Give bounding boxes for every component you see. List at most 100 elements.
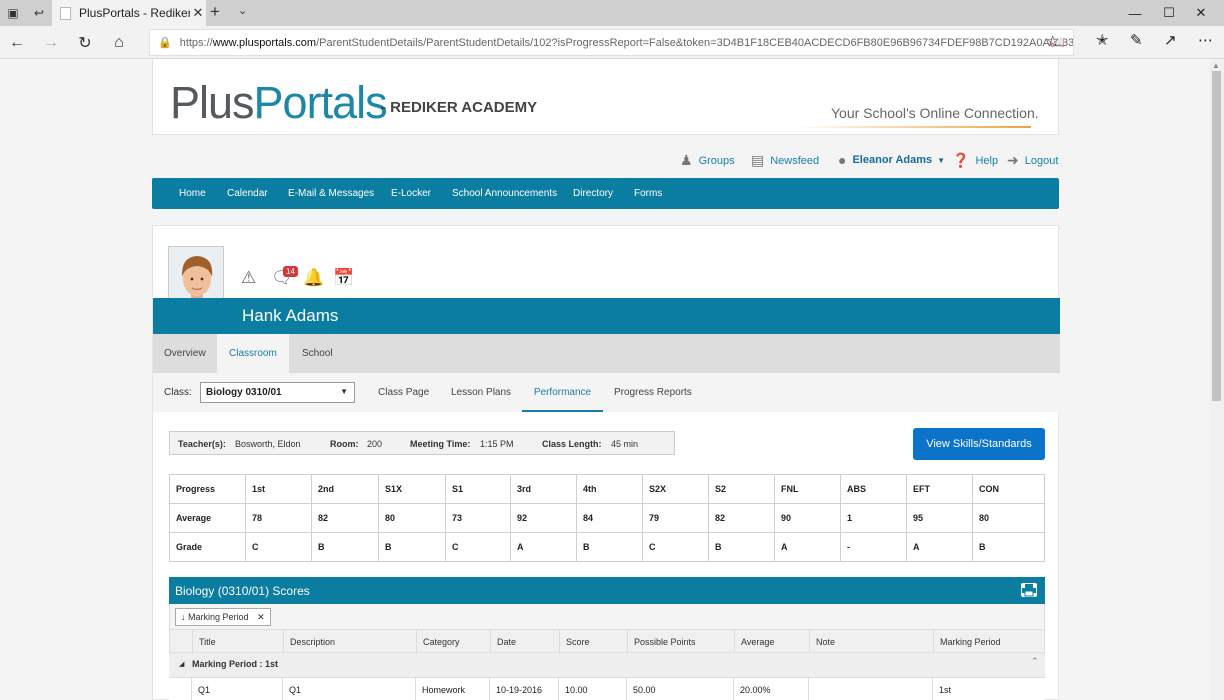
cell-marking-period: 1st	[932, 678, 951, 700]
subtab-lesson-plans[interactable]: Lesson Plans	[451, 373, 511, 412]
table-row[interactable]: Q1 Q1 Homework 10-19-2016 10.00 50.00 20…	[169, 677, 1045, 700]
user-icon: ●	[838, 152, 847, 168]
address-bar: ← → ↻ ⌂ 🔒 https://www.plusportals.com/Pa…	[0, 26, 1224, 59]
browser-tab[interactable]: PlusPortals - Rediker So ✕	[52, 0, 206, 26]
grade-cell: -	[840, 532, 907, 562]
nav-email-messages[interactable]: E-Mail & Messages	[288, 178, 374, 209]
tab-school[interactable]: School	[302, 334, 352, 373]
cell-score: 10.00	[558, 678, 588, 700]
subtab-performance[interactable]: Performance	[522, 373, 603, 412]
warning-icon[interactable]: ⚠	[241, 268, 256, 288]
col-description[interactable]: Description	[283, 630, 335, 654]
col-average[interactable]: Average	[734, 630, 774, 654]
col-date[interactable]: Date	[490, 630, 516, 654]
progress-header-cell: 3rd	[510, 474, 577, 504]
chevron-down-icon[interactable]: ⌄	[238, 4, 247, 17]
collapse-triangle-icon[interactable]: ◢	[179, 660, 184, 668]
home-icon[interactable]: ⌂	[102, 26, 136, 59]
col-score[interactable]: Score	[559, 630, 590, 654]
set-aside-tabs-icon[interactable]: ↩	[26, 0, 52, 26]
favorites-hub-icon[interactable]: ✭	[1096, 31, 1109, 49]
col-title[interactable]: Title	[192, 630, 216, 654]
scroll-thumb[interactable]	[1212, 71, 1221, 401]
academy-name: - REDIKER ACADEMY	[381, 99, 538, 116]
pen-icon[interactable]: ✎	[1130, 31, 1143, 49]
favorite-star-icon[interactable]: ☆	[1046, 32, 1059, 50]
class-select[interactable]: Biology 0310/01 ▼	[200, 382, 355, 403]
bell-icon[interactable]: 🔔	[303, 268, 324, 288]
subtab-progress-reports[interactable]: Progress Reports	[614, 373, 692, 412]
scroll-up-arrow-icon[interactable]: ▲	[1212, 61, 1220, 70]
group-chip-label: Marking Period	[188, 612, 249, 622]
new-tab-icon[interactable]: +	[210, 2, 220, 22]
group-chip-marking-period[interactable]: ↓ Marking Period ✕	[175, 608, 271, 626]
cell-description: Q1	[282, 678, 301, 700]
remove-group-icon[interactable]: ✕	[257, 612, 265, 622]
newsfeed-link[interactable]: ▤ Newsfeed	[751, 152, 819, 169]
average-cell: 79	[642, 503, 709, 533]
student-tabs: Overview Classroom School	[153, 334, 1060, 373]
url-prefix: https://	[179, 36, 213, 49]
grouping-bar: ↓ Marking Period ✕	[169, 604, 1045, 629]
cell-date: 10-19-2016	[489, 678, 542, 700]
caret-down-icon: ▼	[937, 155, 946, 165]
class-length-label: Class Length:	[542, 439, 602, 449]
newsfeed-icon: ▤	[751, 152, 765, 168]
pluspotals-logo[interactable]: PlusPortals	[170, 77, 388, 129]
progress-header-cell: S2X	[642, 474, 709, 504]
nav-calendar[interactable]: Calendar	[227, 178, 268, 209]
cell-title: Q1	[191, 678, 210, 700]
close-tab-icon[interactable]: ✕	[190, 5, 206, 21]
col-note[interactable]: Note	[809, 630, 835, 654]
nav-home[interactable]: Home	[179, 178, 206, 209]
student-card: ⚠ 🗨 🔔 📅 14 Hank Adams Overview Classroom…	[152, 225, 1060, 700]
help-link[interactable]: ❓ Help	[952, 152, 998, 169]
more-icon[interactable]: ⋯	[1198, 31, 1213, 49]
close-window-icon[interactable]: ✕	[1178, 0, 1224, 26]
help-icon: ❓	[952, 152, 970, 168]
nav-directory[interactable]: Directory	[573, 178, 613, 209]
tab-classroom[interactable]: Classroom	[217, 334, 289, 373]
scores-grid-header: Title Description Category Date Score Po…	[169, 629, 1045, 654]
groups-link[interactable]: ♟ Groups	[680, 152, 735, 169]
average-cell: 80	[378, 503, 446, 533]
progress-header-cell: 4th	[576, 474, 643, 504]
scroll-up-icon[interactable]: ⌃	[1031, 656, 1039, 667]
room-value: 200	[367, 439, 383, 449]
grade-cell: B	[311, 532, 379, 562]
refresh-icon[interactable]: ↻	[68, 26, 102, 59]
help-label: Help	[975, 154, 999, 167]
view-skills-standards-button[interactable]: View Skills/Standards	[913, 428, 1045, 460]
logout-label: Logout	[1024, 154, 1059, 167]
groups-icon: ♟	[680, 152, 693, 168]
logout-link[interactable]: ➜ Logout	[1007, 152, 1058, 169]
progress-header-cell: S1	[445, 474, 511, 504]
nav-forms[interactable]: Forms	[634, 178, 662, 209]
nav-school-announcements[interactable]: School Announcements	[452, 178, 557, 209]
col-marking-period[interactable]: Marking Period	[933, 630, 1001, 654]
calendar-icon[interactable]: 📅	[333, 268, 354, 288]
user-name: Eleanor Adams	[852, 154, 933, 166]
tab-overview[interactable]: Overview	[153, 334, 217, 373]
group-row-marking-period[interactable]: ◢ Marking Period : 1st ⌃	[169, 653, 1045, 677]
teacher-label: Teacher(s):	[178, 439, 226, 449]
nav-elocker[interactable]: E-Locker	[391, 178, 431, 209]
cell-possible-points: 50.00	[626, 678, 656, 700]
back-icon[interactable]: ←	[0, 26, 34, 59]
average-cell: 82	[708, 503, 775, 533]
subtab-class-page[interactable]: Class Page	[378, 373, 429, 412]
forward-icon[interactable]: →	[34, 26, 68, 59]
printer-glyph	[1022, 584, 1036, 597]
grade-cell: B	[378, 532, 446, 562]
page-scrollbar[interactable]: ▲	[1209, 59, 1224, 700]
tab-preview-icon[interactable]: ▣	[0, 0, 26, 26]
user-menu[interactable]: ● Eleanor Adams ▼	[838, 152, 945, 168]
share-icon[interactable]: ↗	[1164, 31, 1177, 49]
url-field[interactable]: 🔒 https://www.plusportals.com/ParentStud…	[149, 29, 1074, 56]
class-info-strip: Teacher(s): Bosworth, Eldon Room: 200 Me…	[169, 431, 675, 455]
class-label: Class:	[164, 387, 192, 398]
url-path: /ParentStudentDetails/ParentStudentDetai…	[316, 36, 1074, 49]
col-possible-points[interactable]: Possible Points	[627, 630, 696, 654]
print-icon[interactable]	[1021, 583, 1037, 597]
col-category[interactable]: Category	[416, 630, 460, 654]
